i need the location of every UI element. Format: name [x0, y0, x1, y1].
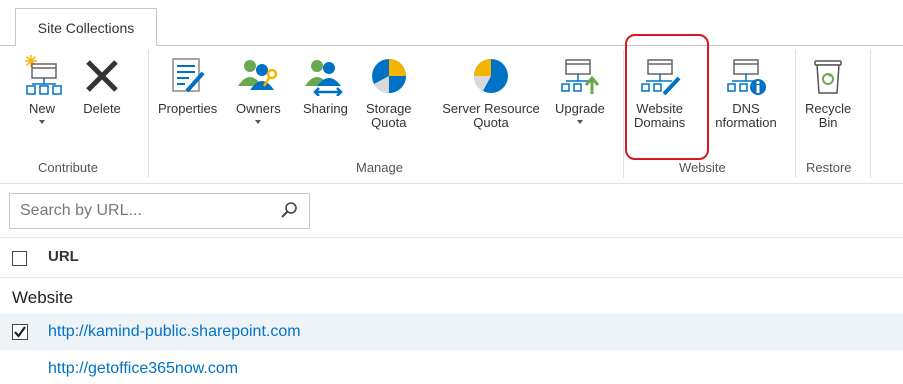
row-checkbox-checked[interactable]	[12, 324, 28, 340]
new-label: New	[28, 101, 55, 116]
properties-label: Properties	[158, 101, 218, 116]
delete-label: Delete	[83, 101, 121, 116]
dns-info-icon	[711, 52, 781, 100]
owners-icon	[236, 52, 280, 100]
search-placeholder: Search by URL...	[20, 202, 142, 219]
upgrade-label: Upgrade	[555, 101, 605, 116]
sharing-icon	[303, 52, 347, 100]
delete-x-icon	[80, 52, 124, 100]
owners-button[interactable]: Owners	[236, 52, 281, 124]
search-input[interactable]: Search by URL...	[9, 193, 310, 229]
sharing-button[interactable]: Sharing	[303, 52, 348, 116]
group-separator	[870, 50, 871, 178]
group-label-website: Website	[679, 160, 726, 175]
group-label-restore: Restore	[806, 160, 852, 175]
properties-icon	[166, 52, 210, 100]
group-label-manage: Manage	[356, 160, 403, 175]
storage-quota-button[interactable]: Storage Quota	[366, 52, 412, 130]
pie-chart-icon	[432, 52, 550, 100]
server-resource-quota-button[interactable]: Server Resource Quota	[432, 52, 550, 130]
select-all-checkbox[interactable]	[12, 251, 27, 266]
upgrade-button[interactable]: Upgrade	[555, 52, 605, 124]
storage-quota-label: Storage Quota	[366, 101, 412, 130]
owners-label: Owners	[236, 101, 281, 116]
recycle-bin-icon	[806, 52, 850, 100]
properties-button[interactable]: Properties	[158, 52, 217, 116]
ribbon-bottom-border	[0, 183, 903, 184]
chevron-down-icon	[576, 120, 583, 124]
site-url-link[interactable]: http://kamind-public.sharepoint.com	[48, 323, 301, 341]
divider	[0, 237, 903, 238]
chevron-down-icon	[39, 120, 45, 124]
pie-chart-icon	[367, 52, 411, 100]
group-label-contribute: Contribute	[38, 160, 98, 175]
search-icon[interactable]	[279, 201, 299, 226]
url-column-header[interactable]: URL	[48, 248, 79, 265]
new-button[interactable]: New	[20, 52, 64, 124]
upgrade-icon	[558, 52, 602, 100]
group-separator	[795, 50, 796, 178]
dns-information-label: DNS nformation	[715, 101, 777, 130]
dns-information-button[interactable]: DNS nformation	[711, 52, 781, 130]
group-heading-website: Website	[12, 288, 74, 307]
recycle-bin-label: Recycle Bin	[805, 101, 852, 130]
website-domains-highlight	[625, 34, 709, 160]
site-url-link[interactable]: http://getoffice365now.com	[48, 360, 238, 378]
chevron-down-icon	[255, 120, 262, 124]
recycle-bin-button[interactable]: Recycle Bin	[805, 52, 851, 130]
delete-button[interactable]: Delete	[80, 52, 124, 116]
new-site-icon	[20, 52, 64, 100]
group-separator	[148, 50, 149, 178]
sharing-label: Sharing	[303, 101, 348, 116]
group-separator	[623, 50, 624, 178]
divider	[0, 277, 903, 278]
server-resource-quota-label: Server Resource Quota	[442, 101, 540, 130]
tab-site-collections[interactable]: Site Collections	[15, 8, 157, 46]
